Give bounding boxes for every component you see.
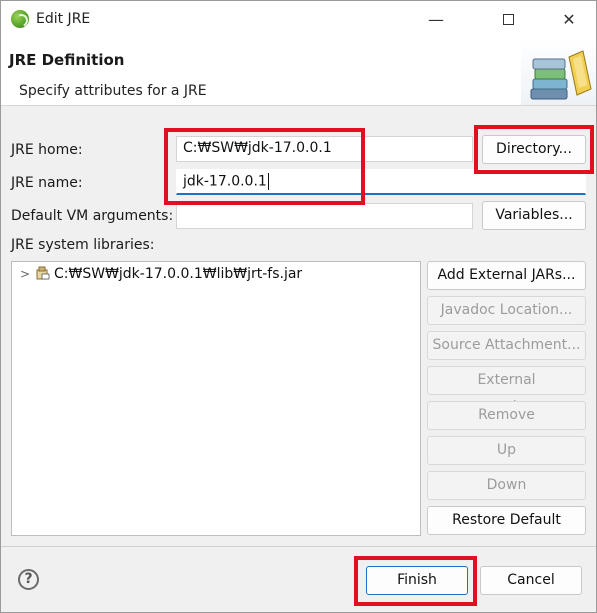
add-external-jars-button[interactable]: Add External JARs... — [427, 261, 586, 290]
header-title: JRE Definition — [9, 51, 125, 69]
source-attachment-button[interactable]: Source Attachment... — [427, 331, 586, 360]
title-bar: Edit JRE — ✕ — [1, 1, 596, 39]
edit-jre-dialog: Edit JRE — ✕ JRE Definition Specify attr… — [0, 0, 597, 613]
javadoc-location-button[interactable]: Javadoc Location... — [427, 296, 586, 325]
external-annotations-button[interactable]: External annotations... — [427, 366, 586, 415]
books-banner-icon — [521, 39, 596, 105]
restore-default-button[interactable]: Restore Default — [427, 506, 586, 535]
default-vm-arguments-field[interactable] — [176, 203, 473, 229]
footer-divider — [1, 546, 596, 547]
tree-item[interactable]: > C:₩SW₩jdk-17.0.0.1₩lib₩jrt-fs.jar — [20, 266, 302, 282]
libraries-tree[interactable]: > C:₩SW₩jdk-17.0.0.1₩lib₩jrt-fs.jar — [11, 261, 421, 536]
eclipse-app-icon — [11, 10, 29, 28]
header-subtitle: Specify attributes for a JRE — [19, 83, 207, 99]
jre-name-value: jdk-17.0.0.1 — [183, 173, 267, 190]
maximize-button[interactable] — [485, 1, 531, 39]
minimize-button[interactable]: — — [413, 1, 459, 39]
jre-name-label: JRE name: — [11, 175, 83, 191]
text-caret — [267, 173, 269, 190]
jar-icon — [36, 266, 50, 280]
directory-button[interactable]: Directory... — [482, 135, 586, 164]
jre-name-field[interactable]: jdk-17.0.0.1 — [176, 169, 586, 195]
variables-button[interactable]: Variables... — [482, 201, 586, 230]
down-button[interactable]: Down — [427, 471, 586, 500]
finish-button[interactable]: Finish — [366, 566, 468, 595]
window-title: Edit JRE — [36, 11, 91, 27]
remove-button[interactable]: Remove — [427, 401, 586, 430]
maximize-icon — [502, 13, 514, 25]
default-vm-arguments-label: Default VM arguments: — [11, 208, 174, 224]
dialog-header: JRE Definition Specify attributes for a … — [1, 39, 596, 106]
jre-home-field[interactable]: C:₩SW₩jdk-17.0.0.1 — [176, 136, 473, 162]
chevron-right-icon[interactable]: > — [20, 267, 30, 281]
up-button[interactable]: Up — [427, 436, 586, 465]
help-icon[interactable]: ? — [18, 569, 39, 590]
jre-home-label: JRE home: — [11, 142, 83, 158]
library-path: C:₩SW₩jdk-17.0.0.1₩lib₩jrt-fs.jar — [54, 266, 303, 282]
close-button[interactable]: ✕ — [546, 1, 592, 39]
jre-system-libraries-label: JRE system libraries: — [11, 237, 155, 253]
cancel-button[interactable]: Cancel — [480, 566, 582, 595]
